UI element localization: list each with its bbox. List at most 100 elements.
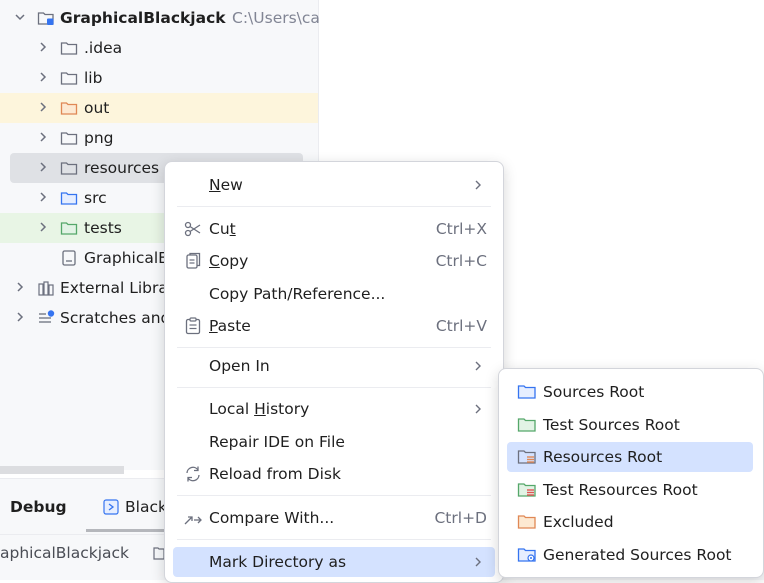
menu-separator: [177, 206, 491, 207]
chevron-right-icon[interactable]: [36, 160, 50, 174]
mark-directory-submenu: Sources Root Test Sources Root Resources…: [498, 368, 764, 578]
menu-item-label: Copy: [209, 252, 249, 270]
folder-icon: [60, 162, 78, 175]
tree-item-out[interactable]: out: [0, 93, 318, 123]
folder-icon: [60, 42, 78, 55]
tree-item-label: tests: [84, 219, 122, 237]
menu-item-label: Open In: [209, 357, 270, 375]
menu-item-copy-path[interactable]: Copy Path/Reference...: [173, 279, 495, 309]
menu-item-local-history[interactable]: Local History: [173, 394, 495, 424]
source-folder-icon: [60, 192, 78, 205]
shortcut-label: Ctrl+C: [435, 252, 487, 270]
tree-item-idea[interactable]: .idea: [0, 33, 318, 63]
horizontal-scrollbar[interactable]: [0, 466, 124, 474]
chevron-right-icon[interactable]: [36, 220, 50, 234]
chevron-right-icon: [475, 361, 481, 371]
chevron-right-icon[interactable]: [36, 130, 50, 144]
tree-item-label: src: [84, 189, 107, 207]
chevron-right-icon: [475, 404, 481, 414]
submenu-item-excluded[interactable]: Excluded: [507, 507, 753, 537]
chevron-right-icon[interactable]: [36, 190, 50, 204]
module-folder-icon: [37, 12, 54, 25]
compare-icon: [184, 516, 202, 525]
tree-root-row[interactable]: GraphicalBlackjack C:\Users\ca: [0, 3, 320, 33]
breadcrumb[interactable]: aphicalBlackjack: [0, 544, 129, 562]
submenu-item-label: Test Sources Root: [543, 416, 680, 434]
shortcut-label: Ctrl+D: [434, 509, 487, 527]
tab-blackjack[interactable]: Black: [125, 498, 167, 516]
menu-item-label: Reload from Disk: [209, 465, 341, 483]
reload-icon: [186, 466, 200, 482]
submenu-item-generated-sources-root[interactable]: Generated Sources Root: [507, 540, 753, 570]
menu-item-copy[interactable]: Copy Ctrl+C: [173, 246, 495, 276]
excluded-folder-icon: [517, 515, 536, 529]
menu-item-label: Mark Directory as: [209, 553, 347, 571]
chevron-right-icon[interactable]: [13, 310, 27, 324]
tree-root-name: GraphicalBlackjack: [60, 9, 226, 27]
generated-sources-root-icon: [517, 548, 536, 562]
chevron-right-icon[interactable]: [36, 40, 50, 54]
menu-item-label: Copy Path/Reference...: [209, 285, 386, 303]
tree-item-lib[interactable]: lib: [0, 63, 318, 93]
tree-item-label: .idea: [84, 39, 123, 57]
menu-item-label: New: [209, 176, 243, 194]
menu-separator: [177, 387, 491, 388]
submenu-item-test-resources-root[interactable]: Test Resources Root: [507, 475, 753, 505]
submenu-item-label: Generated Sources Root: [543, 546, 732, 564]
menu-item-repair-ide[interactable]: Repair IDE on File: [173, 427, 495, 457]
paste-icon: [185, 317, 201, 335]
menu-item-compare-with[interactable]: Compare With... Ctrl+D: [173, 503, 495, 533]
menu-item-paste[interactable]: Paste Ctrl+V: [173, 311, 495, 341]
menu-item-mark-directory[interactable]: Mark Directory as: [173, 547, 495, 577]
submenu-item-resources-root[interactable]: Resources Root: [507, 442, 753, 472]
shortcut-label: Ctrl+X: [435, 220, 487, 238]
menu-item-open-in[interactable]: Open In: [173, 351, 495, 381]
context-menu: New Cut Ctrl+X Copy Ctrl+C Copy Path/Ref…: [164, 161, 504, 583]
sources-root-icon: [517, 385, 536, 399]
folder-icon: [60, 132, 78, 145]
tree-item-label: resources: [84, 159, 160, 177]
chevron-right-icon: [475, 180, 481, 190]
tree-item-label: out: [84, 99, 110, 117]
menu-item-label: Cut: [209, 220, 236, 238]
tree-item-label: Scratches and: [60, 309, 171, 327]
chevron-down-icon[interactable]: [13, 10, 27, 24]
run-config-icon: [103, 499, 119, 515]
menu-item-reload[interactable]: Reload from Disk: [173, 459, 495, 489]
menu-separator: [177, 347, 491, 348]
chevron-right-icon[interactable]: [36, 70, 50, 84]
shortcut-label: Ctrl+V: [435, 317, 487, 335]
file-icon: [62, 250, 76, 266]
menu-item-label: Paste: [209, 317, 251, 335]
submenu-item-label: Sources Root: [543, 383, 645, 401]
menu-separator: [177, 539, 491, 540]
tree-item-label: External Libra: [60, 279, 168, 297]
scissors-icon: [184, 221, 201, 237]
menu-item-label: Compare With...: [209, 509, 335, 527]
tree-root-path: C:\Users\ca: [232, 9, 320, 27]
tree-item-label: GraphicalBl: [84, 249, 174, 267]
submenu-item-label: Test Resources Root: [543, 481, 698, 499]
submenu-item-test-sources-root[interactable]: Test Sources Root: [507, 410, 753, 440]
tree-item-label: png: [84, 129, 114, 147]
copy-icon: [186, 252, 201, 269]
test-folder-icon: [60, 222, 78, 235]
menu-item-cut[interactable]: Cut Ctrl+X: [173, 214, 495, 244]
submenu-item-sources-root[interactable]: Sources Root: [507, 377, 753, 407]
tree-item-png[interactable]: png: [0, 123, 318, 153]
folder-icon: [60, 72, 78, 85]
chevron-right-icon[interactable]: [13, 280, 27, 294]
menu-item-new[interactable]: New: [173, 170, 495, 200]
excluded-folder-icon: [60, 102, 78, 115]
submenu-item-label: Resources Root: [543, 448, 663, 466]
chevron-right-icon: [475, 557, 481, 567]
scratches-icon: [39, 310, 55, 323]
menu-item-label: Repair IDE on File: [209, 433, 345, 451]
resources-root-icon: [517, 450, 536, 464]
tab-active-underline: [86, 529, 166, 532]
tab-debug[interactable]: Debug: [10, 498, 67, 516]
tree-item-label: lib: [84, 69, 103, 87]
chevron-right-icon[interactable]: [36, 100, 50, 114]
test-sources-root-icon: [517, 418, 536, 432]
submenu-item-label: Excluded: [543, 513, 614, 531]
